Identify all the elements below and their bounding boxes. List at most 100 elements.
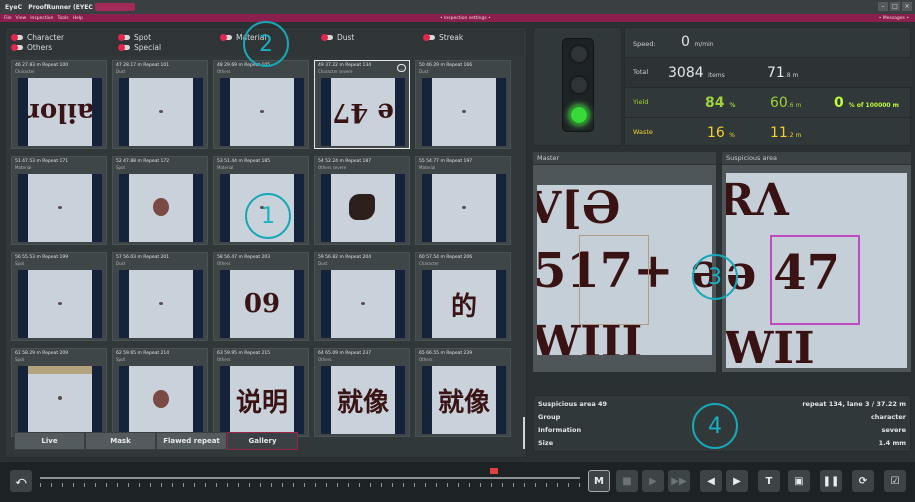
thumbnail-position-label: 55 54.77 m Repeat 197 bbox=[419, 159, 473, 164]
filter-character[interactable]: Character bbox=[11, 33, 64, 42]
yellow-lamp bbox=[569, 75, 589, 95]
gallery-scrollbar[interactable] bbox=[523, 417, 525, 449]
gallery-thumbnail[interactable]: 49 37.22 m Repeat 134 Character severe e 4… bbox=[314, 60, 410, 149]
messages-link[interactable]: • Messages • bbox=[879, 16, 909, 21]
gallery-thumbnail[interactable]: 57 56.03 m Repeat 201 Dust bbox=[112, 252, 208, 341]
refresh-button[interactable]: ⟳ bbox=[852, 470, 874, 492]
gallery-thumbnail[interactable]: 65 66.55 m Repeat 239 Others 就像 bbox=[415, 348, 511, 437]
fast-forward-button[interactable]: ▶▶ bbox=[668, 470, 690, 492]
filter-special[interactable]: Special bbox=[118, 43, 161, 52]
thumbnail-category-label: Character bbox=[15, 69, 35, 74]
menu-bar: File View Inspection Tools Help • Inspec… bbox=[0, 14, 915, 22]
red-lamp bbox=[569, 44, 589, 64]
suspicious-region-box bbox=[770, 235, 860, 325]
filter-dust[interactable]: Dust bbox=[321, 33, 354, 42]
report-button[interactable]: ☑ bbox=[884, 470, 906, 492]
yield-target-value: 0 % of 100000 m bbox=[834, 95, 899, 111]
tab-live[interactable]: Live bbox=[14, 432, 85, 450]
thumbnail-position-label: 49 37.22 m Repeat 134 bbox=[318, 63, 372, 68]
waste-row: Waste 16 % 11.2 m bbox=[633, 125, 802, 141]
pause-button[interactable]: ❚❚ bbox=[820, 470, 842, 492]
menu-view[interactable]: View bbox=[16, 16, 27, 21]
thumbnail-image bbox=[321, 270, 405, 338]
gallery-thumbnail[interactable]: 59 56.82 m Repeat 204 Dust bbox=[314, 252, 410, 341]
comment-icon[interactable]: … bbox=[397, 64, 406, 72]
yield-row: Yield 84 % 60.6 m 0 % of 100000 m bbox=[625, 88, 912, 118]
gallery-thumbnail[interactable]: 47 28.17 m Repeat 101 Dust bbox=[112, 60, 208, 149]
next-button[interactable]: ▶ bbox=[726, 470, 748, 492]
details-location: repeat 134, lane 3 / 37.22 m bbox=[802, 400, 906, 408]
filter-spot[interactable]: Spot bbox=[118, 33, 151, 42]
thumbnail-position-label: 47 28.17 m Repeat 101 bbox=[116, 63, 170, 68]
master-view[interactable]: V[Ə 517+ ə WIII bbox=[533, 165, 716, 390]
gallery-thumbnail[interactable]: 51 47.53 m Repeat 171 Material bbox=[11, 156, 107, 245]
previous-button[interactable]: ◀ bbox=[700, 470, 722, 492]
menu-inspection[interactable]: Inspection bbox=[30, 16, 53, 21]
eyec-logo: EyeC bbox=[5, 3, 23, 11]
chevron-right-icon: ▶ bbox=[733, 475, 741, 487]
thumbnail-image: ailor bbox=[18, 78, 102, 146]
text-icon: T bbox=[765, 475, 773, 487]
gallery-thumbnail[interactable]: 60 57.54 m Repeat 206 Character 的 bbox=[415, 252, 511, 341]
inspection-settings-link[interactable]: • Inspection settings • bbox=[440, 16, 491, 21]
back-button[interactable]: ⤺ bbox=[10, 470, 32, 492]
thumbnail-category-label: Dust bbox=[318, 261, 328, 266]
gallery-thumbnail[interactable]: 61 58.29 m Repeat 209 Spot bbox=[11, 348, 107, 437]
gallery-thumbnail[interactable]: 54 52.24 m Repeat 187 Others severe bbox=[314, 156, 410, 245]
tab-flawed-repeat[interactable]: Flawed repeat bbox=[156, 432, 227, 450]
filter-streak[interactable]: Streak bbox=[423, 33, 463, 42]
menu-help[interactable]: Help bbox=[73, 16, 83, 21]
speed-row: Speed: 0 m/min bbox=[625, 28, 912, 58]
minimize-button[interactable]: – bbox=[878, 2, 888, 11]
gallery-thumbnail[interactable]: 56 55.53 m Repeat 199 Spot bbox=[11, 252, 107, 341]
gallery-thumbnail[interactable]: 62 59.65 m Repeat 214 Spot bbox=[112, 348, 208, 437]
image-button[interactable]: ▣ bbox=[788, 470, 810, 492]
timeline-marker[interactable] bbox=[490, 468, 498, 474]
details-group: character bbox=[870, 413, 906, 421]
gallery-thumbnail[interactable]: 55 54.77 m Repeat 197 Material bbox=[415, 156, 511, 245]
text-tool-button[interactable]: T bbox=[758, 470, 780, 492]
gallery-thumbnail[interactable]: 58 56.47 m Repeat 203 Others 09 bbox=[213, 252, 309, 341]
gallery-thumbnail[interactable]: 52 47.88 m Repeat 172 Spot bbox=[112, 156, 208, 245]
app-window: EyeC ProofRunner (EYEC – □ × File View I… bbox=[0, 0, 915, 502]
menu-file[interactable]: File bbox=[4, 16, 12, 21]
mask-mode-button[interactable]: M bbox=[588, 470, 610, 492]
fast-forward-icon: ▶▶ bbox=[671, 475, 687, 487]
thumbnail-image: 09 bbox=[220, 270, 304, 338]
bottom-toolbar: ⤺ M ■ ▶ ▶▶ ◀ ▶ T ▣ ❚❚ ⟳ ☑ bbox=[0, 462, 915, 502]
thumbnail-image bbox=[18, 270, 102, 338]
gallery-thumbnail[interactable]: 64 65.09 m Repeat 237 Others 就像 bbox=[314, 348, 410, 437]
tab-mask[interactable]: Mask bbox=[85, 432, 156, 450]
total-row: Total 3084 items 71.8 m bbox=[625, 58, 912, 88]
chevron-left-icon: ◀ bbox=[707, 475, 715, 487]
filter-others[interactable]: Others bbox=[11, 43, 52, 52]
stop-icon: ■ bbox=[622, 475, 632, 487]
play-button[interactable]: ▶ bbox=[642, 470, 664, 492]
window-controls: – □ × bbox=[878, 2, 912, 11]
gallery-thumbnail[interactable]: 46 27.83 m Repeat 100 Character ailor bbox=[11, 60, 107, 149]
menu-tools[interactable]: Tools bbox=[57, 16, 68, 21]
gallery-thumbnail[interactable]: 48 29.69 m Repeat 105 Others bbox=[213, 60, 309, 149]
thumbnail-position-label: 58 56.47 m Repeat 203 bbox=[217, 255, 271, 260]
thumbnail-position-label: 50 46.29 m Repeat 166 bbox=[419, 63, 473, 68]
gallery-thumbnail[interactable]: 63 59.95 m Repeat 215 Others 说明 bbox=[213, 348, 309, 437]
speed-value: 0 m/min bbox=[681, 34, 714, 50]
tab-gallery[interactable]: Gallery bbox=[227, 432, 298, 450]
gallery-thumbnail[interactable]: 50 46.29 m Repeat 166 Dust bbox=[415, 60, 511, 149]
play-icon: ▶ bbox=[649, 475, 657, 487]
pause-icon: ❚❚ bbox=[822, 475, 840, 487]
thumbnail-position-label: 60 57.54 m Repeat 206 bbox=[419, 255, 473, 260]
total-items-value: 3084 items bbox=[668, 65, 725, 81]
maximize-button[interactable]: □ bbox=[890, 2, 900, 11]
close-button[interactable]: × bbox=[902, 2, 912, 11]
suspicious-view[interactable]: RΛ ə 47 WII bbox=[722, 165, 911, 390]
thumbnail-position-label: 51 47.53 m Repeat 171 bbox=[15, 159, 69, 164]
status-light-panel bbox=[533, 27, 622, 146]
toggle-icon bbox=[11, 34, 23, 41]
thumbnail-category-label: Character severe bbox=[318, 69, 353, 74]
stop-button[interactable]: ■ bbox=[616, 470, 638, 492]
repeat-timeline[interactable] bbox=[40, 468, 580, 494]
thumbnail-position-label: 56 55.53 m Repeat 199 bbox=[15, 255, 69, 260]
thumbnail-category-label: Others bbox=[217, 261, 231, 266]
thumbnail-category-label: Spot bbox=[15, 357, 25, 362]
